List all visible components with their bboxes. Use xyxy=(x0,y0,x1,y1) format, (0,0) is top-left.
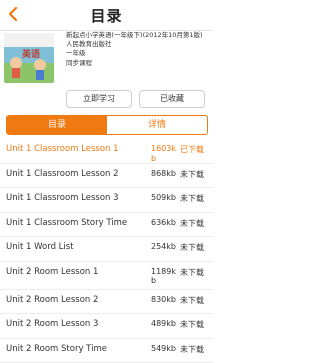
lesson-status: 未下载 xyxy=(180,169,204,180)
lesson-name: Unit 2 Room Lesson 3 xyxy=(6,319,98,329)
tab-detail[interactable]: 详情 xyxy=(107,116,207,134)
favorited-button[interactable]: 已收藏 xyxy=(139,90,205,108)
lesson-row[interactable]: Unit 1 Classroom Lesson 2 868kb 未下载 xyxy=(0,164,213,189)
lesson-list: Unit 1 Classroom Lesson 1 1603kb 已下载 Uni… xyxy=(0,139,213,363)
lesson-row[interactable]: Unit 2 Room Lesson 2 830kb 未下载 xyxy=(0,290,213,315)
lesson-row[interactable]: Unit 1 Classroom Lesson 3 509kb 未下载 xyxy=(0,188,213,213)
lesson-name: Unit 1 Classroom Story Time xyxy=(6,218,127,228)
book-publisher: 人民教育出版社 xyxy=(66,40,212,49)
lesson-size: 830kb xyxy=(151,295,179,305)
book-cover-text: 英语 xyxy=(22,47,40,60)
lesson-name: Unit 2 Room Lesson 1 xyxy=(6,267,98,277)
lesson-status: 未下载 xyxy=(180,295,204,306)
lesson-row[interactable]: Unit 1 Classroom Lesson 1 1603kb 已下载 xyxy=(0,139,213,164)
lesson-name: Unit 2 Room Lesson 2 xyxy=(6,295,98,305)
lesson-row[interactable]: Unit 1 Word List 254kb 未下载 xyxy=(0,237,213,262)
lesson-status: 未下载 xyxy=(180,242,204,253)
lesson-status: 未下载 xyxy=(180,319,204,330)
lesson-status: 已下载 xyxy=(180,144,204,155)
book-cover: 英语 xyxy=(4,33,54,83)
lesson-size: 489kb xyxy=(151,319,179,329)
lesson-status: 未下载 xyxy=(180,193,204,204)
lesson-row[interactable]: Unit 2 Room Lesson 1 1189kb 未下载 xyxy=(0,262,213,290)
book-grade: 一年级 xyxy=(66,49,212,58)
lesson-name: Unit 1 Word List xyxy=(6,242,74,252)
lesson-status: 未下载 xyxy=(180,267,204,278)
book-type: 同步课程 xyxy=(66,59,212,68)
study-now-button[interactable]: 立即学习 xyxy=(66,90,132,108)
top-bar: 目录 xyxy=(0,0,213,31)
lesson-status: 未下载 xyxy=(180,218,204,229)
lesson-size: 868kb xyxy=(151,169,179,179)
lesson-name: Unit 1 Classroom Lesson 1 xyxy=(6,144,119,154)
tab-bar: 目录 详情 xyxy=(6,115,208,135)
lesson-name: Unit 2 Room Story Time xyxy=(6,344,107,354)
lesson-size: 1603kb xyxy=(151,144,179,163)
tab-toc[interactable]: 目录 xyxy=(7,116,107,134)
lesson-size: 254kb xyxy=(151,242,179,252)
lesson-row[interactable]: Unit 2 Room Lesson 3 489kb 未下载 xyxy=(0,314,213,339)
lesson-name: Unit 1 Classroom Lesson 2 xyxy=(6,169,119,179)
lesson-status: 未下载 xyxy=(180,344,204,355)
lesson-size: 509kb xyxy=(151,193,179,203)
lesson-row[interactable]: Unit 2 Room Story Time 549kb 未下载 xyxy=(0,339,213,363)
lesson-size: 1189kb xyxy=(151,267,179,286)
lesson-size: 549kb xyxy=(151,344,179,354)
book-name: 新起点小学英语(一年级下)(2012年10月第1版) xyxy=(66,31,212,40)
page-title: 目录 xyxy=(0,5,213,26)
lesson-name: Unit 1 Classroom Lesson 3 xyxy=(6,193,119,203)
lesson-row[interactable]: Unit 1 Classroom Story Time 636kb 未下载 xyxy=(0,213,213,238)
book-info: 新起点小学英语(一年级下)(2012年10月第1版) 人民教育出版社 一年级 同… xyxy=(66,31,212,68)
lesson-size: 636kb xyxy=(151,218,179,228)
